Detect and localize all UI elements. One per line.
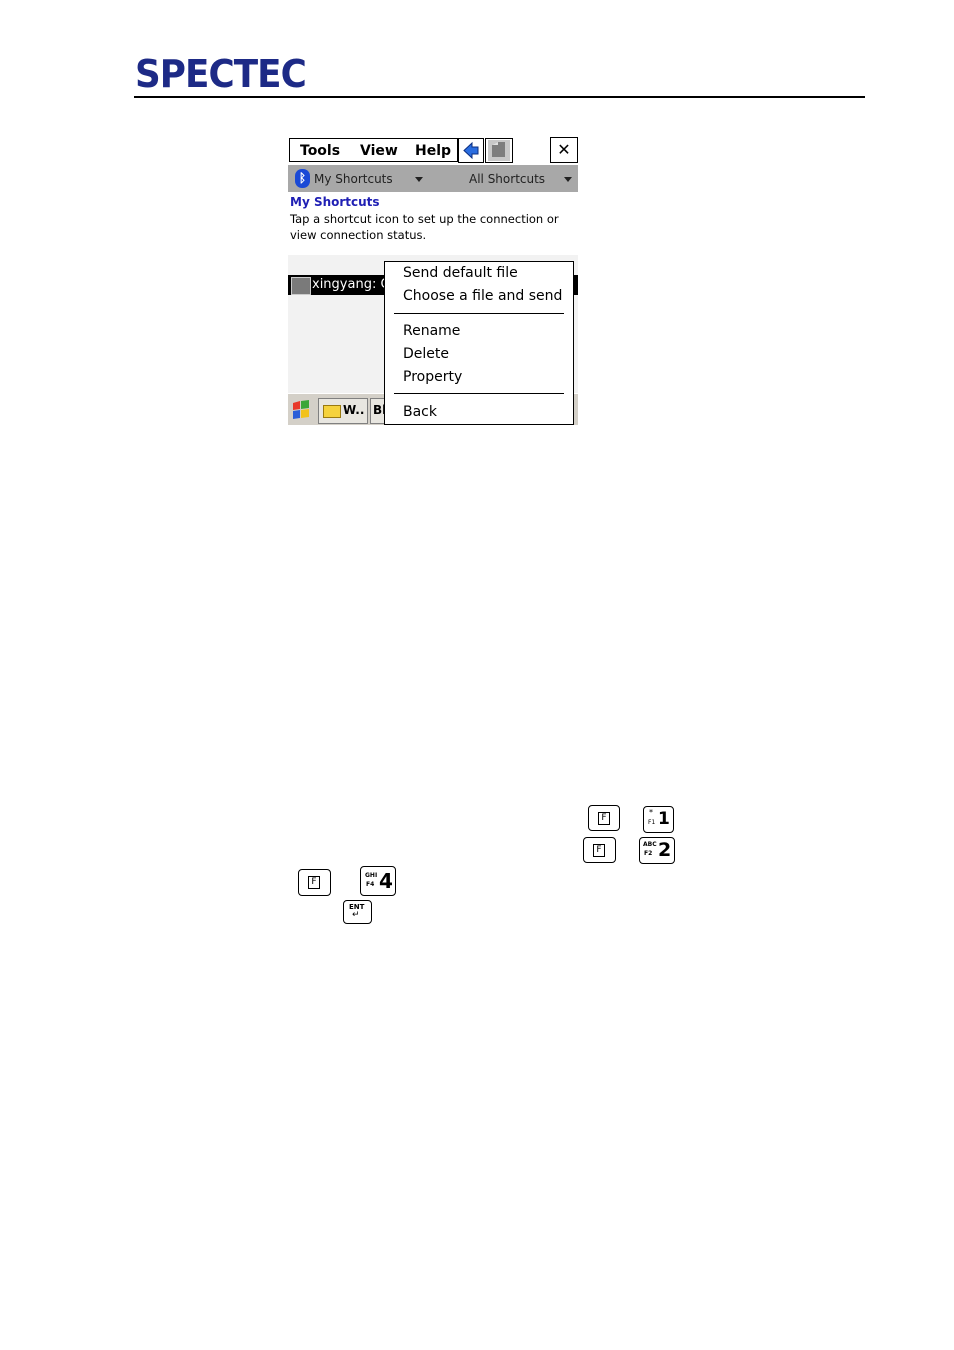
- menu-separator: [394, 313, 564, 314]
- close-button[interactable]: ✕: [550, 137, 578, 163]
- key-1-digit: 1: [658, 809, 670, 829]
- f-key: F: [588, 805, 620, 831]
- key-4-digit: 4: [379, 869, 393, 893]
- menu-view[interactable]: View: [360, 143, 398, 159]
- shortcut-label: xingyang: C: [312, 277, 390, 292]
- menu-item-choose-file-and-send[interactable]: Choose a file and send: [403, 287, 562, 305]
- menu-help[interactable]: Help: [415, 143, 451, 159]
- back-arrow-button[interactable]: [458, 138, 484, 163]
- my-shortcuts-filter[interactable]: My Shortcuts: [314, 172, 393, 186]
- filter-bar: ᛒ My Shortcuts All Shortcuts: [288, 165, 578, 192]
- chevron-down-icon[interactable]: [564, 177, 572, 182]
- spectec-logo: SPECTEC: [135, 52, 307, 96]
- all-shortcuts-filter[interactable]: All Shortcuts: [469, 172, 545, 186]
- back-arrow-icon: [463, 141, 479, 160]
- enter-arrow-icon: ↵: [352, 910, 360, 920]
- key-4-sub: F4: [366, 881, 375, 888]
- document-icon: [488, 140, 510, 161]
- menu-item-back[interactable]: Back: [403, 403, 437, 421]
- menu-tools[interactable]: Tools: [300, 143, 340, 159]
- f-key: F: [298, 869, 331, 896]
- taskbar-folder-label: W..: [343, 403, 365, 417]
- f-key-label: F: [598, 812, 610, 825]
- key-1-symbol: *: [649, 808, 653, 817]
- f-key: F: [583, 837, 616, 863]
- key-1: * F1 1: [643, 806, 674, 833]
- device-screenshot: Tools View Help ✕ ᛒ My Shortcuts All Sho…: [288, 137, 578, 425]
- key-4: GHI F4 4: [360, 866, 396, 896]
- key-2-digit: 2: [658, 839, 672, 861]
- key-2-letters: ABC: [643, 841, 657, 848]
- key-1-sub: F1: [648, 819, 656, 826]
- section-title: My Shortcuts: [290, 195, 380, 209]
- key-4-letters: GHI: [365, 872, 378, 879]
- folder-icon: [323, 405, 341, 418]
- menu-item-delete[interactable]: Delete: [403, 345, 449, 363]
- enter-key: ENT ↵: [343, 900, 372, 924]
- section-description: Tap a shortcut icon to set up the connec…: [290, 212, 559, 242]
- context-menu: Send default file Choose a file and send…: [384, 261, 574, 425]
- header-rule: [134, 96, 865, 98]
- windows-start-icon[interactable]: [290, 399, 312, 421]
- chevron-down-icon[interactable]: [415, 177, 423, 182]
- key-2-sub: F2: [644, 850, 653, 857]
- f-key-label: F: [308, 876, 320, 889]
- menu-item-rename[interactable]: Rename: [403, 322, 460, 340]
- menu-box: Tools View Help: [289, 138, 458, 162]
- menu-separator: [394, 393, 564, 394]
- new-document-button[interactable]: [485, 138, 513, 163]
- f-key-label: F: [593, 844, 605, 857]
- device-icon: [291, 277, 311, 295]
- menu-item-property[interactable]: Property: [403, 368, 462, 386]
- key-2: ABC F2 2: [639, 837, 675, 864]
- menu-item-send-default-file[interactable]: Send default file: [403, 264, 518, 282]
- menu-bar: Tools View Help ✕: [288, 137, 578, 163]
- bluetooth-icon: ᛒ: [295, 169, 310, 188]
- taskbar-folder-button[interactable]: W..: [318, 398, 368, 424]
